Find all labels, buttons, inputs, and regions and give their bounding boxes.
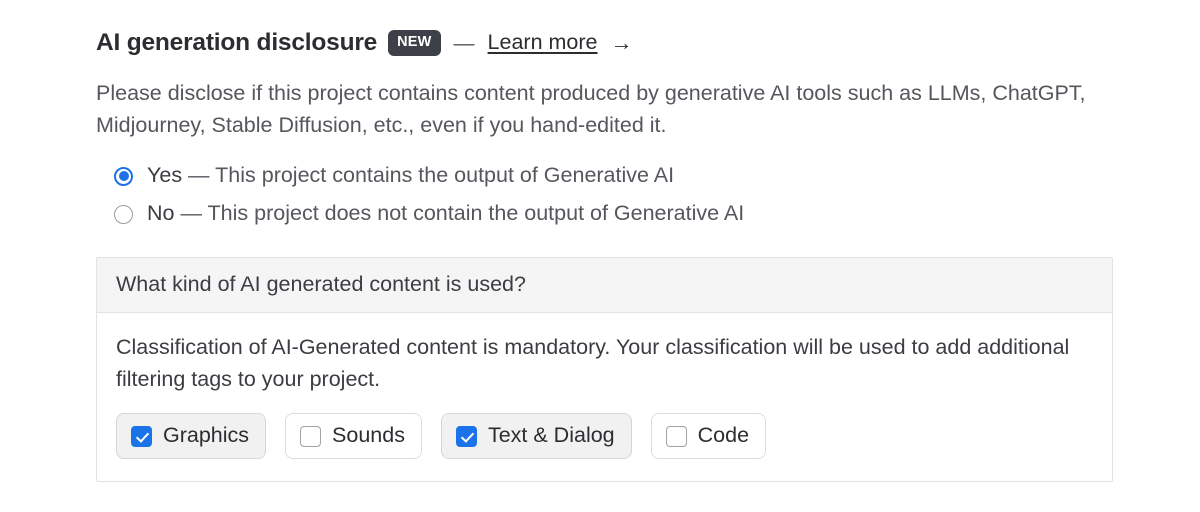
disclosure-description: Please disclose if this project contains…: [96, 81, 1086, 137]
ai-content-type-panel: What kind of AI generated content is use…: [96, 257, 1113, 482]
content-type-checkbox-group: Graphics Sounds Text & Dialog Code: [116, 413, 1093, 459]
radio-option-no-label: No — This project does not contain the o…: [147, 203, 744, 225]
checkbox-pill-sounds-label: Sounds: [332, 423, 405, 448]
checkbox-pill-code[interactable]: Code: [650, 413, 767, 459]
checkbox-checked-icon[interactable]: [455, 425, 477, 447]
panel-header-title: What kind of AI generated content is use…: [116, 272, 526, 296]
radio-selected-icon[interactable]: [114, 166, 133, 186]
radio-option-no-description: This project does not contain the output…: [207, 201, 745, 226]
radio-option-yes[interactable]: Yes — This project contains the output o…: [96, 157, 1200, 195]
classification-description: Classification of AI-Generated content i…: [116, 335, 1070, 391]
checkbox-pill-graphics-label: Graphics: [163, 423, 250, 448]
radio-option-yes-word: Yes: [147, 163, 183, 188]
radio-unselected-icon[interactable]: [114, 204, 133, 224]
panel-header: What kind of AI generated content is use…: [97, 258, 1112, 313]
arrow-right-icon[interactable]: →: [611, 32, 633, 54]
new-badge: NEW: [388, 30, 441, 56]
radio-option-no[interactable]: No — This project does not contain the o…: [96, 195, 1200, 233]
radio-option-yes-label: Yes — This project contains the output o…: [147, 165, 674, 187]
learn-more-link[interactable]: Learn more: [488, 32, 598, 54]
disclosure-radio-group: Yes — This project contains the output o…: [96, 157, 1200, 233]
checkbox-pill-text-dialog[interactable]: Text & Dialog: [440, 413, 632, 459]
checkbox-pill-sounds[interactable]: Sounds: [285, 413, 422, 459]
panel-body: Classification of AI-Generated content i…: [97, 313, 1112, 481]
heading-dash: —: [453, 31, 475, 55]
checkbox-pill-text-dialog-label: Text & Dialog: [487, 423, 615, 448]
radio-option-yes-description: This project contains the output of Gene…: [215, 163, 675, 188]
ai-disclosure-section: AI generation disclosure NEW — Learn mor…: [0, 0, 1200, 512]
radio-option-yes-separator: —: [182, 163, 216, 188]
page-title: AI generation disclosure: [96, 28, 378, 56]
radio-option-no-separator: —: [174, 201, 208, 226]
checkbox-pill-code-label: Code: [697, 423, 750, 448]
checkbox-pill-graphics[interactable]: Graphics: [116, 413, 267, 459]
checkbox-unchecked-icon[interactable]: [300, 425, 322, 447]
checkbox-unchecked-icon[interactable]: [665, 425, 687, 447]
radio-option-no-word: No: [147, 201, 175, 226]
section-heading: AI generation disclosure NEW — Learn mor…: [96, 26, 1200, 60]
checkbox-checked-icon[interactable]: [131, 425, 152, 447]
